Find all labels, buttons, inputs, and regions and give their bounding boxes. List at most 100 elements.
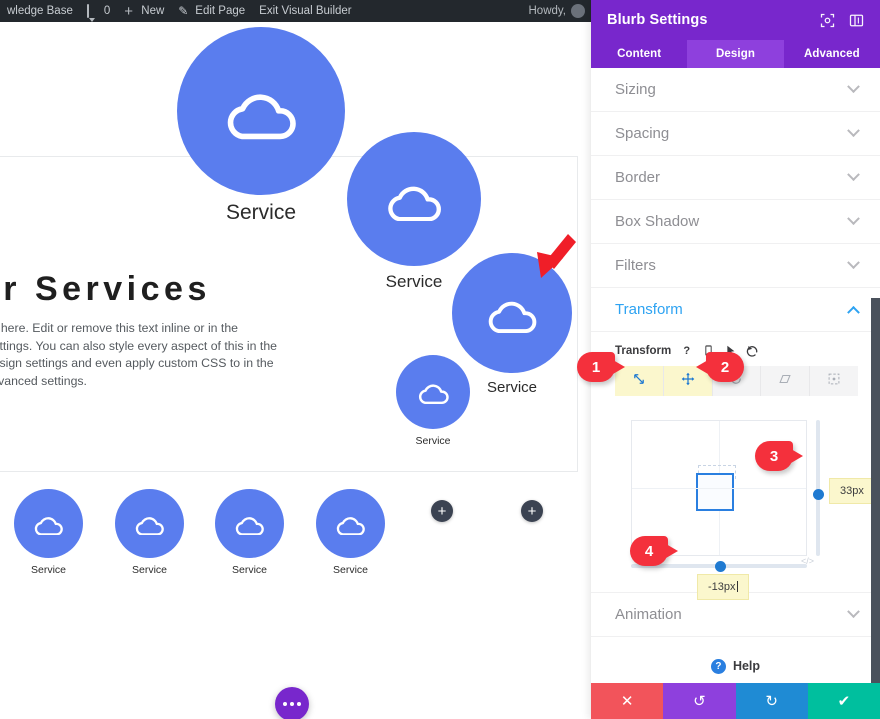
blurb-module[interactable]: Service bbox=[316, 489, 385, 576]
blurb-module[interactable]: Service bbox=[396, 355, 470, 447]
blurb-icon-circle bbox=[347, 132, 481, 266]
blurb-title: Service bbox=[225, 201, 297, 224]
chevron-down-icon bbox=[847, 168, 860, 182]
accordion-label: Transform bbox=[615, 301, 683, 318]
accordion-label: Spacing bbox=[615, 125, 670, 142]
accordion-label: Box Shadow bbox=[615, 213, 700, 230]
cloud-icon bbox=[418, 384, 449, 405]
accordion-transform[interactable]: Transform bbox=[591, 288, 880, 332]
chevron-down-icon bbox=[847, 256, 860, 270]
cloud-icon bbox=[135, 516, 164, 536]
blurb-module[interactable]: Service bbox=[177, 27, 345, 225]
accordion-spacing[interactable]: Spacing bbox=[591, 112, 880, 156]
blurb-title: Service bbox=[231, 564, 267, 576]
blurb-module[interactable]: Service bbox=[14, 489, 83, 576]
add-module-button[interactable]: + bbox=[431, 500, 453, 522]
ellipsis-icon-dot bbox=[290, 702, 294, 706]
admin-bar-account[interactable]: Howdy, bbox=[529, 4, 592, 18]
builder-fab-button[interactable] bbox=[275, 687, 309, 719]
admin-bar-comments[interactable]: 0 bbox=[80, 0, 117, 22]
ellipsis-icon-dot bbox=[282, 702, 287, 706]
code-glyph-icon: </> bbox=[801, 556, 815, 566]
cloud-icon bbox=[227, 94, 296, 140]
accordion-animation[interactable]: Animation bbox=[591, 593, 880, 637]
redo-button[interactable]: ↻ bbox=[735, 683, 808, 719]
cloud-icon bbox=[488, 301, 537, 333]
vertical-translate-slider[interactable] bbox=[816, 420, 820, 556]
ellipsis-icon-dot bbox=[297, 702, 302, 706]
new-label: New bbox=[141, 5, 165, 17]
tab-advanced[interactable]: Advanced bbox=[784, 40, 880, 68]
cancel-button[interactable]: ✕ bbox=[591, 683, 664, 719]
blurb-icon-circle bbox=[215, 489, 284, 558]
admin-bar-exit-visual-builder[interactable]: Exit Visual Builder bbox=[252, 0, 358, 22]
blurb-module[interactable]: Service bbox=[215, 489, 284, 576]
panel-tabs: Content Design Advanced bbox=[591, 40, 880, 68]
callout-badge-4: 4 bbox=[630, 536, 678, 566]
admin-bar-edit-page[interactable]: ✎ Edit Page bbox=[171, 0, 252, 22]
vertical-slider-knob[interactable] bbox=[813, 489, 824, 500]
undo-arrow-icon: ↺ bbox=[693, 693, 706, 710]
blurb-icon-circle bbox=[396, 355, 470, 429]
panel-scrollbar[interactable] bbox=[871, 298, 880, 683]
red-arrow-icon bbox=[537, 234, 576, 278]
panel-header: Blurb Settings bbox=[591, 0, 880, 40]
skew-parallelogram-icon bbox=[778, 372, 792, 391]
cloud-icon bbox=[34, 516, 63, 536]
comment-count-label: 0 bbox=[103, 5, 111, 17]
callout-badge-3: 3 bbox=[755, 441, 803, 471]
focus-target-icon[interactable] bbox=[820, 13, 835, 28]
accordion-list-top: Sizing Spacing Border Box Shadow Filters Tran… bbox=[591, 68, 880, 332]
screen-root: wledge Base 0 + New ✎ Edit Page Exit Vis… bbox=[0, 0, 880, 719]
blurb-title: Service bbox=[415, 435, 451, 447]
chevron-down-icon bbox=[847, 212, 860, 226]
blurb-icon-circle bbox=[316, 489, 385, 558]
blurb-title: Service bbox=[332, 564, 368, 576]
accordion-sizing[interactable]: Sizing bbox=[591, 68, 880, 112]
accordion-label: Filters bbox=[615, 257, 656, 274]
transform-origin-icon bbox=[827, 372, 841, 391]
visual-builder-canvas[interactable]: ur Services ntent goes here. Edit or rem… bbox=[0, 22, 591, 719]
accordion-filters[interactable]: Filters bbox=[591, 244, 880, 288]
help-question-icon[interactable]: ? bbox=[680, 344, 693, 357]
transform-origin-tab[interactable] bbox=[810, 366, 858, 396]
blurb-icon-circle bbox=[177, 27, 345, 195]
body-text: ntent goes here. Edit or remove this tex… bbox=[0, 321, 277, 388]
accordion-label: Animation bbox=[615, 606, 682, 623]
edit-page-label: Edit Page bbox=[195, 5, 246, 17]
callout-badge-2: 2 bbox=[696, 352, 744, 382]
site-name-label: wledge Base bbox=[7, 5, 73, 17]
chevron-down-icon bbox=[847, 605, 860, 619]
transform-skew-tab[interactable] bbox=[761, 366, 811, 396]
plus-icon: + bbox=[124, 2, 134, 20]
chevron-up-icon bbox=[847, 305, 860, 319]
save-button[interactable]: ✔ bbox=[807, 683, 880, 719]
comment-bubble-icon bbox=[86, 3, 100, 18]
cloud-icon bbox=[336, 516, 365, 536]
horizontal-slider-knob[interactable] bbox=[715, 561, 726, 572]
chevron-down-icon bbox=[847, 80, 860, 94]
panel-action-bar: ✕ ↺ ↻ ✔ bbox=[591, 683, 880, 719]
blurb-icon-circle bbox=[14, 489, 83, 558]
accordion-box-shadow[interactable]: Box Shadow bbox=[591, 200, 880, 244]
accordion-list-bottom: Animation bbox=[591, 593, 880, 637]
redo-arrow-icon: ↻ bbox=[765, 693, 778, 710]
admin-bar-new[interactable]: + New bbox=[117, 0, 171, 22]
admin-bar-site-name[interactable]: wledge Base bbox=[0, 0, 80, 22]
callout-number: 2 bbox=[720, 358, 730, 376]
reset-undo-icon[interactable] bbox=[746, 344, 759, 357]
add-section-button[interactable]: + bbox=[521, 500, 543, 522]
tab-design[interactable]: Design bbox=[687, 40, 784, 68]
tab-content[interactable]: Content bbox=[591, 40, 687, 68]
transform-handle-box[interactable] bbox=[696, 473, 734, 511]
blurb-icon-circle bbox=[115, 489, 184, 558]
exit-visual-builder-label: Exit Visual Builder bbox=[259, 5, 352, 17]
cloud-icon bbox=[388, 186, 441, 222]
help-row[interactable]: ? Help bbox=[591, 637, 880, 683]
page-title: ur Services bbox=[0, 270, 211, 308]
wp-admin-bar: wledge Base 0 + New ✎ Edit Page Exit Vis… bbox=[0, 0, 591, 22]
undo-button[interactable]: ↺ bbox=[663, 683, 736, 719]
blurb-module[interactable]: Service bbox=[115, 489, 184, 576]
panel-layout-icon[interactable] bbox=[849, 13, 864, 28]
accordion-border[interactable]: Border bbox=[591, 156, 880, 200]
